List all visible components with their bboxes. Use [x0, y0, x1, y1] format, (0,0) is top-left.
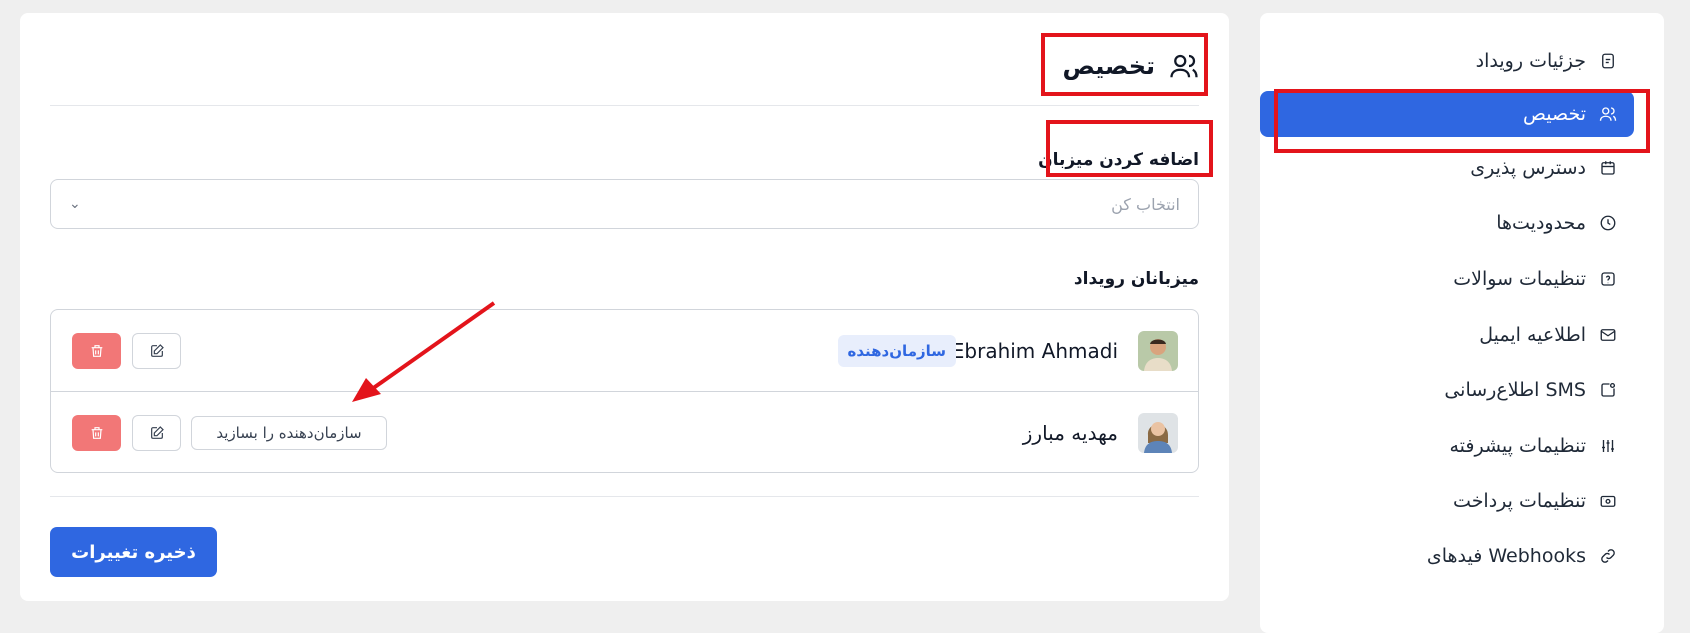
- users-icon: [1598, 104, 1618, 124]
- delete-host-button[interactable]: [72, 414, 121, 451]
- sidebar-item-label: تخصیص: [1522, 103, 1586, 125]
- delete-host-button[interactable]: [72, 332, 121, 369]
- sliders-icon: [1598, 436, 1618, 456]
- sidebar-item-label: اطلاعیه ایمیل: [1479, 324, 1586, 346]
- add-host-label: اضافه کردن میزبان: [1038, 150, 1199, 170]
- sidebar-item-payment-settings[interactable]: تنظیمات پرداخت: [1260, 478, 1634, 524]
- host-select[interactable]: انتخاب کن ⌄: [50, 179, 1199, 229]
- event-hosts-label: میزبانان رویداد: [1073, 269, 1199, 289]
- save-changes-button[interactable]: ذخیره تغییرات: [50, 527, 217, 577]
- sidebar-item-assignment[interactable]: تخصیص: [1260, 91, 1634, 137]
- chevron-down-icon: ⌄: [69, 196, 81, 212]
- sidebar-item-label: تنظیمات سوالات: [1453, 268, 1586, 290]
- trash-icon: [91, 426, 102, 439]
- clock-icon: [1598, 213, 1618, 233]
- link-icon: [1598, 546, 1618, 566]
- document-icon: [1598, 51, 1618, 71]
- sidebar-item-sms-notification[interactable]: اطلاع‌رسانی SMS: [1260, 367, 1634, 413]
- sidebar-item-availability[interactable]: دسترس پذیری: [1260, 145, 1634, 191]
- calendar-icon: [1598, 158, 1618, 178]
- sidebar-item-email-notification[interactable]: اطلاعیه ایمیل: [1260, 312, 1634, 358]
- avatar: [1138, 412, 1178, 453]
- divider: [50, 496, 1199, 497]
- edit-host-button[interactable]: [132, 332, 181, 369]
- sms-icon: [1598, 380, 1618, 400]
- avatar: [1138, 330, 1178, 371]
- host-name: مهدیه مبارز: [1022, 420, 1118, 445]
- mail-icon: [1598, 325, 1618, 345]
- sidebar-item-label: دسترس پذیری: [1470, 157, 1586, 179]
- users-icon: [1170, 54, 1198, 78]
- sidebar-item-question-settings[interactable]: تنظیمات سوالات: [1260, 256, 1634, 302]
- divider: [50, 105, 1199, 106]
- sidebar-item-label: جزئیات رویداد: [1475, 50, 1586, 72]
- host-row: Ebrahim Ahmadi سازمان‌دهنده: [51, 310, 1198, 392]
- sidebar-item-label: تنظیمات پرداخت: [1453, 490, 1586, 512]
- host-select-placeholder: انتخاب کن: [1111, 194, 1180, 214]
- sidebar-item-webhooks[interactable]: فیدهای Webhooks: [1260, 533, 1634, 579]
- host-row: مهدیه مبارز سازمان‌دهنده را بسازید: [51, 392, 1198, 472]
- payment-icon: [1598, 491, 1618, 511]
- page-title: تخصیص: [1063, 51, 1200, 81]
- trash-icon: [91, 344, 102, 357]
- make-organizer-button[interactable]: سازمان‌دهنده را بسازید: [191, 415, 387, 450]
- settings-sidebar: جزئیات رویداد تخصیص دسترس پذیری محدودیت‌…: [1260, 13, 1664, 633]
- sidebar-item-label: محدودیت‌ها: [1496, 212, 1586, 234]
- sidebar-item-label: اطلاع‌رسانی SMS: [1444, 379, 1586, 401]
- hosts-list: Ebrahim Ahmadi سازمان‌دهنده مهدیه مبارز …: [50, 309, 1199, 473]
- edit-icon: [150, 425, 164, 439]
- question-icon: [1598, 269, 1618, 289]
- sidebar-item-event-details[interactable]: جزئیات رویداد: [1260, 38, 1634, 84]
- assignment-panel: تخصیص اضافه کردن میزبان انتخاب کن ⌄ میزب…: [20, 13, 1229, 601]
- host-name: Ebrahim Ahmadi: [951, 338, 1118, 363]
- sidebar-item-label: تنظیمات پیشرفته: [1449, 435, 1587, 457]
- edit-icon: [150, 343, 164, 357]
- edit-host-button[interactable]: [132, 414, 181, 451]
- page-title-text: تخصیص: [1062, 52, 1156, 80]
- sidebar-item-label: فیدهای Webhooks: [1426, 545, 1586, 567]
- organizer-badge: سازمان‌دهنده: [837, 334, 956, 367]
- sidebar-item-limits[interactable]: محدودیت‌ها: [1260, 200, 1634, 246]
- sidebar-item-advanced-settings[interactable]: تنظیمات پیشرفته: [1260, 423, 1634, 469]
